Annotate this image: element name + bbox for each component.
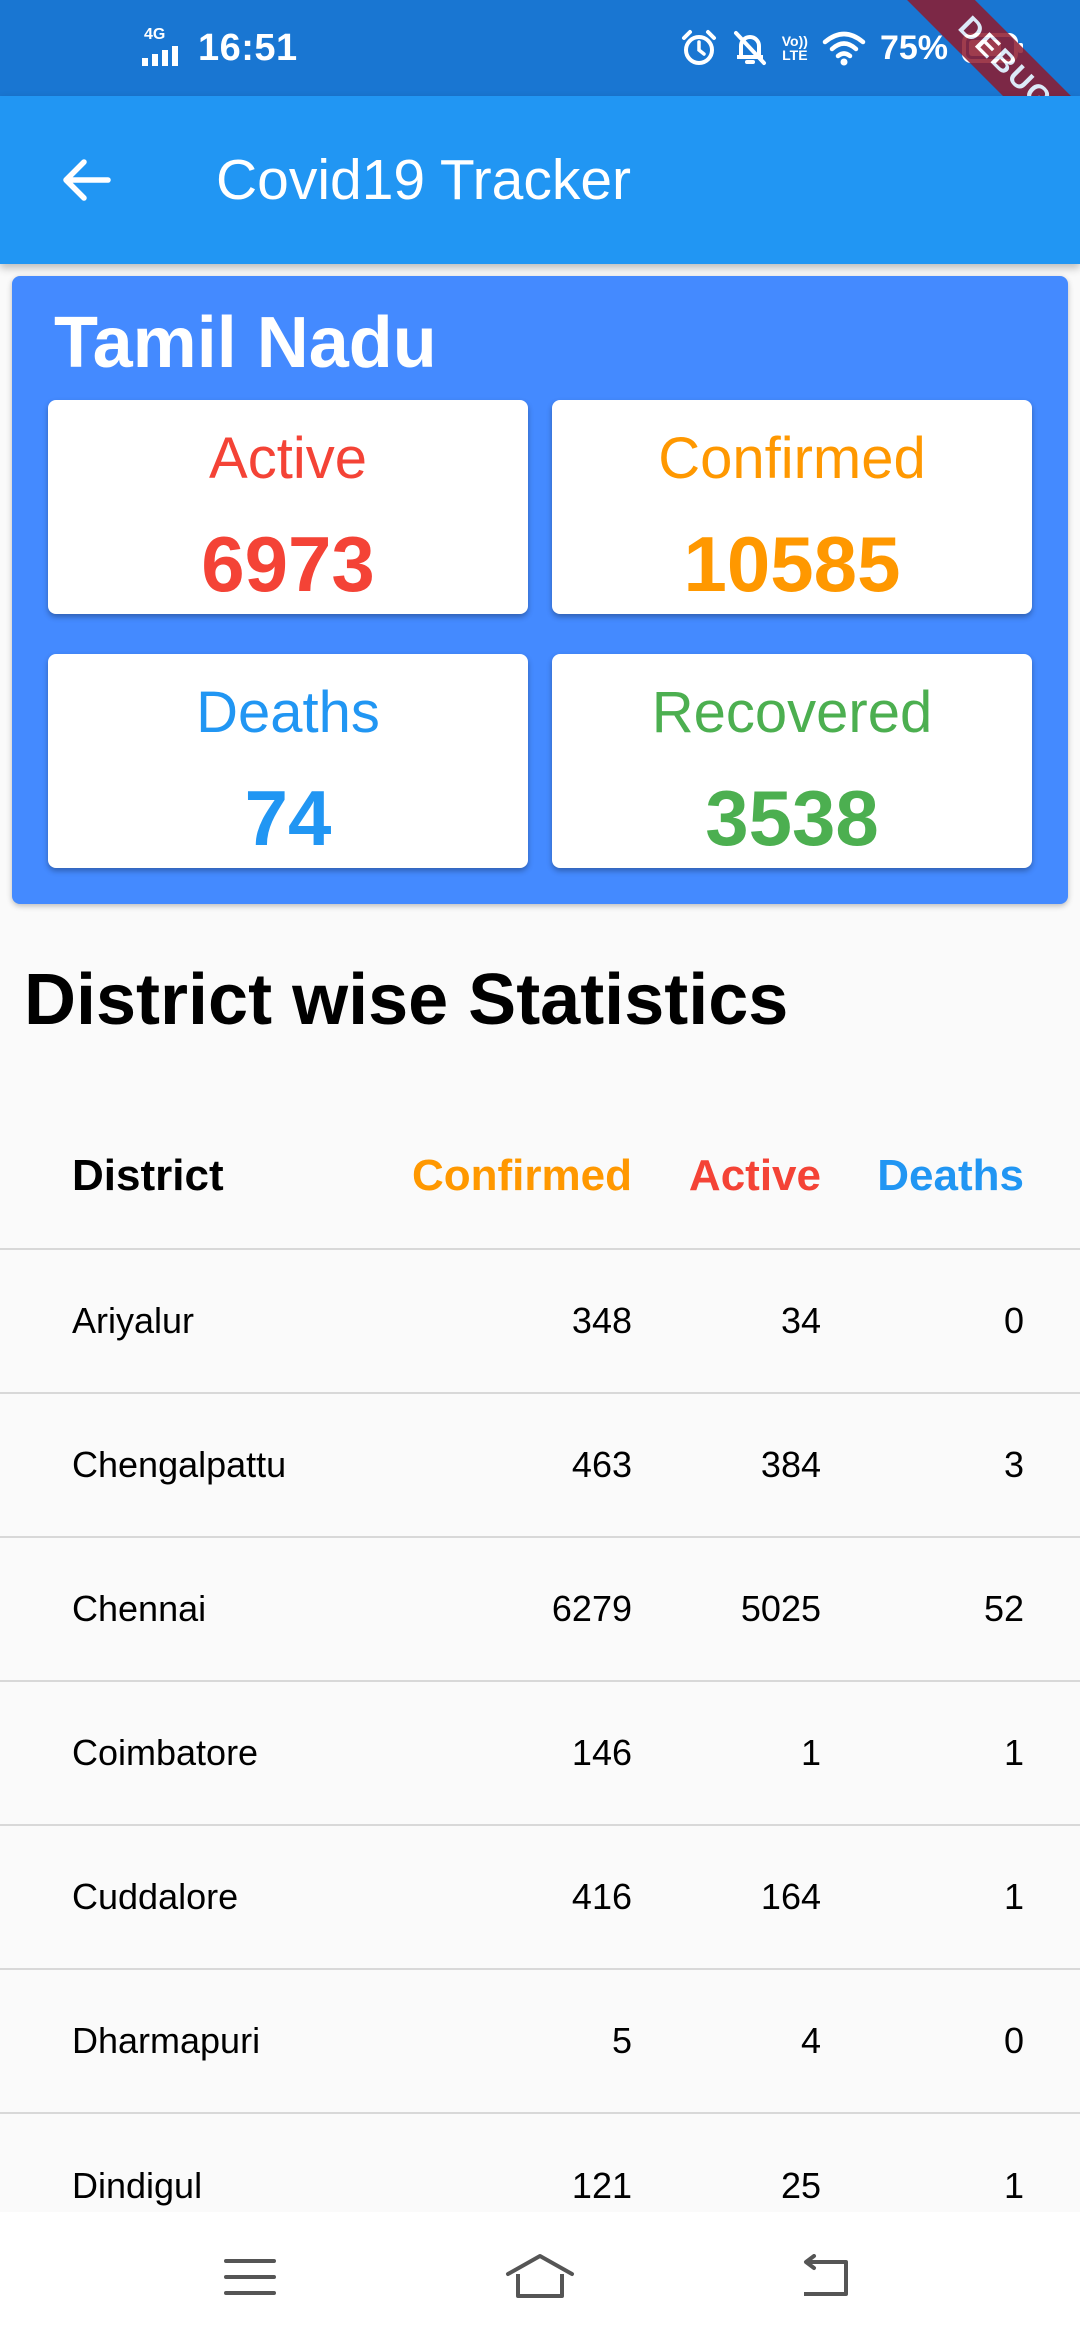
menu-icon <box>224 2259 276 2295</box>
app-bar: Covid19 Tracker <box>0 96 1080 264</box>
recovered-value: 3538 <box>705 774 879 862</box>
active-cell: 5025 <box>740 1588 821 1629</box>
confirmed-cell: 416 <box>571 1876 632 1917</box>
confirmed-cell: 5 <box>611 2020 632 2061</box>
district-cell: Ariyalur <box>72 1300 195 1341</box>
active-cell: 384 <box>760 1444 821 1485</box>
district-table: District Confirmed Active Deaths Ariyalu… <box>0 1104 1080 2258</box>
volte-top-label: Vo)) <box>781 33 808 49</box>
table-row: Cuddalore 416 164 1 <box>0 1826 1080 1970</box>
header-district: District <box>72 1151 224 1200</box>
menu-button[interactable] <box>200 2242 300 2312</box>
status-left: 4G 16:51 <box>142 26 298 70</box>
arrow-back-icon <box>63 159 111 201</box>
status-time: 16:51 <box>198 26 298 69</box>
wifi-icon <box>822 31 866 66</box>
district-cell: Chennai <box>72 1588 207 1629</box>
confirmed-cell: 463 <box>571 1444 632 1485</box>
district-cell: Chengalpattu <box>72 1444 287 1485</box>
confirmed-cell: 146 <box>571 1732 632 1773</box>
deaths-cell: 3 <box>1003 1444 1024 1485</box>
district-cell: Cuddalore <box>72 1876 239 1917</box>
active-value: 6973 <box>201 520 375 608</box>
table-row: Dharmapuri 5 4 0 <box>0 1970 1080 2114</box>
volte-bottom-label: LTE <box>782 47 808 63</box>
app-title: Covid19 Tracker <box>216 148 632 212</box>
notifications-off-icon <box>733 31 766 65</box>
confirmed-cell: 348 <box>571 1300 632 1341</box>
status-bar: 4G 16:51 Vo)) LTE 75% DEBUG <box>0 0 1080 184</box>
deaths-cell: 0 <box>1003 1300 1024 1341</box>
table-header-row: District Confirmed Active Deaths <box>0 1104 1080 1250</box>
table-body: Ariyalur 348 34 0 Chengalpattu 463 384 3 Chennai… <box>0 1250 1080 2258</box>
active-cell: 34 <box>780 1300 821 1341</box>
confirmed-stat-card: Confirmed 10585 <box>552 400 1032 614</box>
confirmed-cell: 6279 <box>551 1588 632 1629</box>
alarm-icon <box>681 30 716 65</box>
table-row: Chennai 6279 5025 52 <box>0 1538 1080 1682</box>
active-cell: 4 <box>800 2020 821 2061</box>
battery-percent: 75% <box>879 28 948 67</box>
deaths-stat-card: Deaths 74 <box>48 654 528 868</box>
district-cell: Coimbatore <box>72 1732 259 1773</box>
deaths-cell: 52 <box>983 1588 1024 1629</box>
deaths-value: 74 <box>244 774 332 862</box>
table-row: Coimbatore 146 1 1 <box>0 1682 1080 1826</box>
home-button[interactable] <box>490 2242 590 2312</box>
back-icon <box>804 2254 848 2296</box>
confirmed-value: 10585 <box>683 520 901 608</box>
header-confirmed: Confirmed <box>412 1151 632 1200</box>
active-cell: 164 <box>760 1876 821 1917</box>
deaths-label: Deaths <box>196 680 380 745</box>
volte-icon: Vo)) LTE <box>782 34 808 62</box>
active-label: Active <box>209 426 367 491</box>
state-name: Tamil Nadu <box>54 303 437 383</box>
header-active: Active <box>688 1151 821 1200</box>
section-title: District wise Statistics <box>24 960 789 1040</box>
network-type: 4G <box>144 26 166 43</box>
home-icon <box>506 2254 574 2298</box>
system-nav-bar <box>0 2212 1080 2340</box>
state-summary-card: Tamil Nadu Active 6973 Confirmed 10585 D… <box>12 276 1068 904</box>
system-back-button[interactable] <box>774 2242 874 2312</box>
table-row: Chengalpattu 463 384 3 <box>0 1394 1080 1538</box>
deaths-cell: 1 <box>1003 1876 1024 1917</box>
confirmed-label: Confirmed <box>658 426 926 491</box>
active-cell: 1 <box>800 1732 821 1773</box>
recovered-stat-card: Recovered 3538 <box>552 654 1032 868</box>
signal-icon: 4G <box>142 26 188 70</box>
header-deaths: Deaths <box>877 1151 1024 1200</box>
recovered-label: Recovered <box>651 680 933 745</box>
deaths-cell: 1 <box>1003 1732 1024 1773</box>
table-row: Ariyalur 348 34 0 <box>0 1250 1080 1394</box>
district-cell: Dharmapuri <box>72 2020 261 2061</box>
deaths-cell: 0 <box>1003 2020 1024 2061</box>
active-stat-card: Active 6973 <box>48 400 528 614</box>
back-button[interactable] <box>48 142 124 218</box>
